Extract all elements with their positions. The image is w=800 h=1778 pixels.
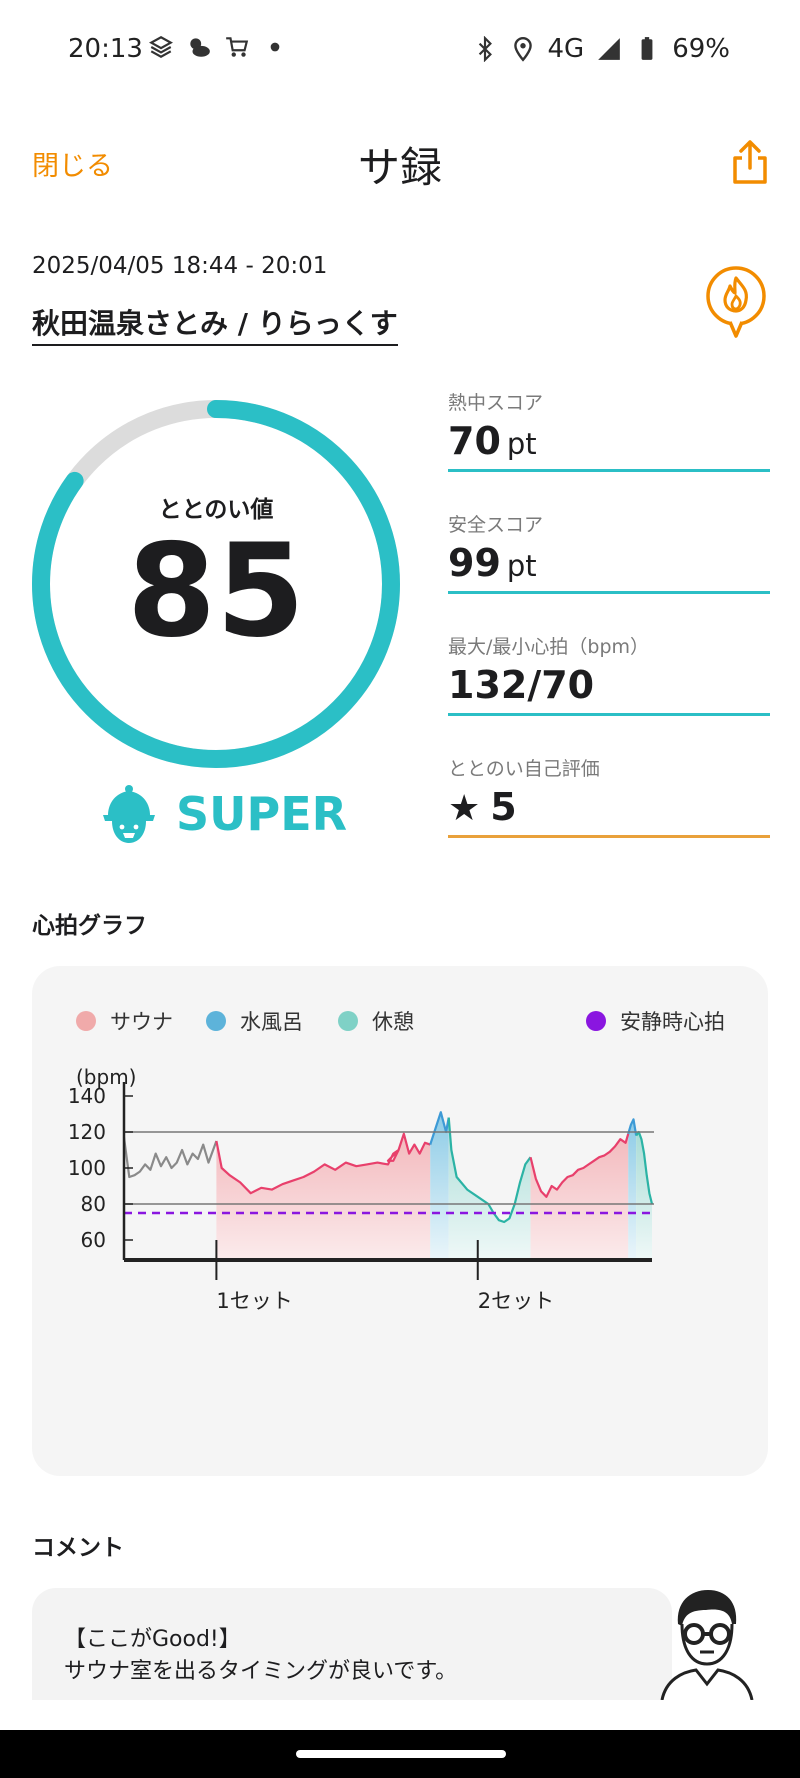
- metric-underline: [448, 712, 770, 716]
- comment-card: 【ここがGood!】 サウナ室を出るタイミングが良いです。: [32, 1588, 672, 1700]
- page-title: サ録: [357, 143, 442, 192]
- nav-bar: 閉じる サ録: [0, 120, 800, 204]
- metric-underline: [448, 468, 770, 472]
- weather-icon: [190, 38, 210, 57]
- battery-icon: [641, 37, 653, 60]
- heart-graph-title: 心拍グラフ: [32, 913, 147, 939]
- y-tick-label: 120: [68, 1120, 106, 1144]
- fire-badge-icon[interactable]: [702, 264, 770, 344]
- session-datetime: 2025/04/05 18:44 - 20:01: [32, 253, 328, 279]
- metric-underline: [448, 590, 770, 594]
- metric-label: 最大/最小心拍（bpm）: [448, 636, 650, 658]
- bluetooth-icon: [478, 36, 492, 62]
- status-bar: 20:13 4G 69%: [0, 0, 800, 100]
- metric-heart-rate: 最大/最小心拍（bpm） 132/70: [448, 632, 770, 716]
- metric-underline: [448, 834, 770, 838]
- metric-self-rating[interactable]: ととのい自己評価 ★ 5: [448, 754, 770, 838]
- status-icons-left: [148, 34, 288, 60]
- rank-text: SUPER: [176, 787, 348, 841]
- metric-label: ととのい自己評価: [448, 758, 600, 780]
- home-indicator[interactable]: [296, 1750, 506, 1758]
- signal-icon: [598, 38, 621, 60]
- cart-icon: [226, 37, 249, 57]
- layers-icon: [149, 36, 173, 58]
- metric-safety-score: 安全スコア 99 pt: [448, 510, 770, 594]
- comment-text: 【ここがGood!】 サウナ室を出るタイミングが良いです。: [64, 1624, 457, 1688]
- rank-badge: SUPER: [100, 778, 347, 850]
- metric-heat-score: 熱中スコア 70 pt: [448, 388, 770, 472]
- facility-link[interactable]: 秋田温泉さとみ / りらっくす: [32, 302, 398, 346]
- y-tick-label: 100: [68, 1156, 106, 1180]
- metric-value: 99 pt: [448, 541, 537, 585]
- metric-value: 132/70: [448, 663, 595, 707]
- x-tick-label: 1セット: [216, 1289, 292, 1313]
- metric-value: ★ 5: [448, 785, 517, 829]
- comment-line: サウナ室を出るタイミングが良いです。: [64, 1658, 458, 1684]
- metric-label: 安全スコア: [448, 514, 544, 536]
- system-nav-bar: [0, 1730, 800, 1778]
- y-axis-label: (bpm): [76, 1065, 136, 1089]
- share-icon[interactable]: [730, 138, 770, 186]
- advisor-avatar-icon: [660, 1590, 754, 1700]
- area-cold: [628, 1119, 637, 1258]
- location-icon: [513, 37, 532, 62]
- star-icon: ★: [448, 788, 481, 829]
- metric-value: 70 pt: [448, 419, 537, 463]
- sauna-hat-icon: [103, 785, 155, 843]
- line-pre: [122, 1137, 218, 1179]
- score-value: 85: [126, 517, 306, 666]
- status-time: 20:13: [68, 34, 143, 64]
- x-tick-label: 2セット: [478, 1289, 554, 1313]
- heart-rate-chart: 6080100120140(bpm)1セット 2セット: [68, 1065, 654, 1313]
- network-type: 4G: [547, 34, 585, 64]
- comment-title: コメント: [32, 1535, 124, 1561]
- comment-line: 【ここがGood!】: [64, 1627, 241, 1652]
- battery-percent: 69%: [672, 34, 730, 64]
- dot-icon: [270, 42, 280, 52]
- status-icons-right: 4G 69%: [472, 34, 730, 64]
- y-tick-label: 60: [81, 1228, 106, 1252]
- metric-label: 熱中スコア: [448, 392, 544, 414]
- y-tick-label: 80: [81, 1192, 106, 1216]
- heart-graph-card: サウナ 水風呂 休憩 安静時心拍 60 80 100 120 140 (bpm) 1セット 2…: [32, 966, 768, 1476]
